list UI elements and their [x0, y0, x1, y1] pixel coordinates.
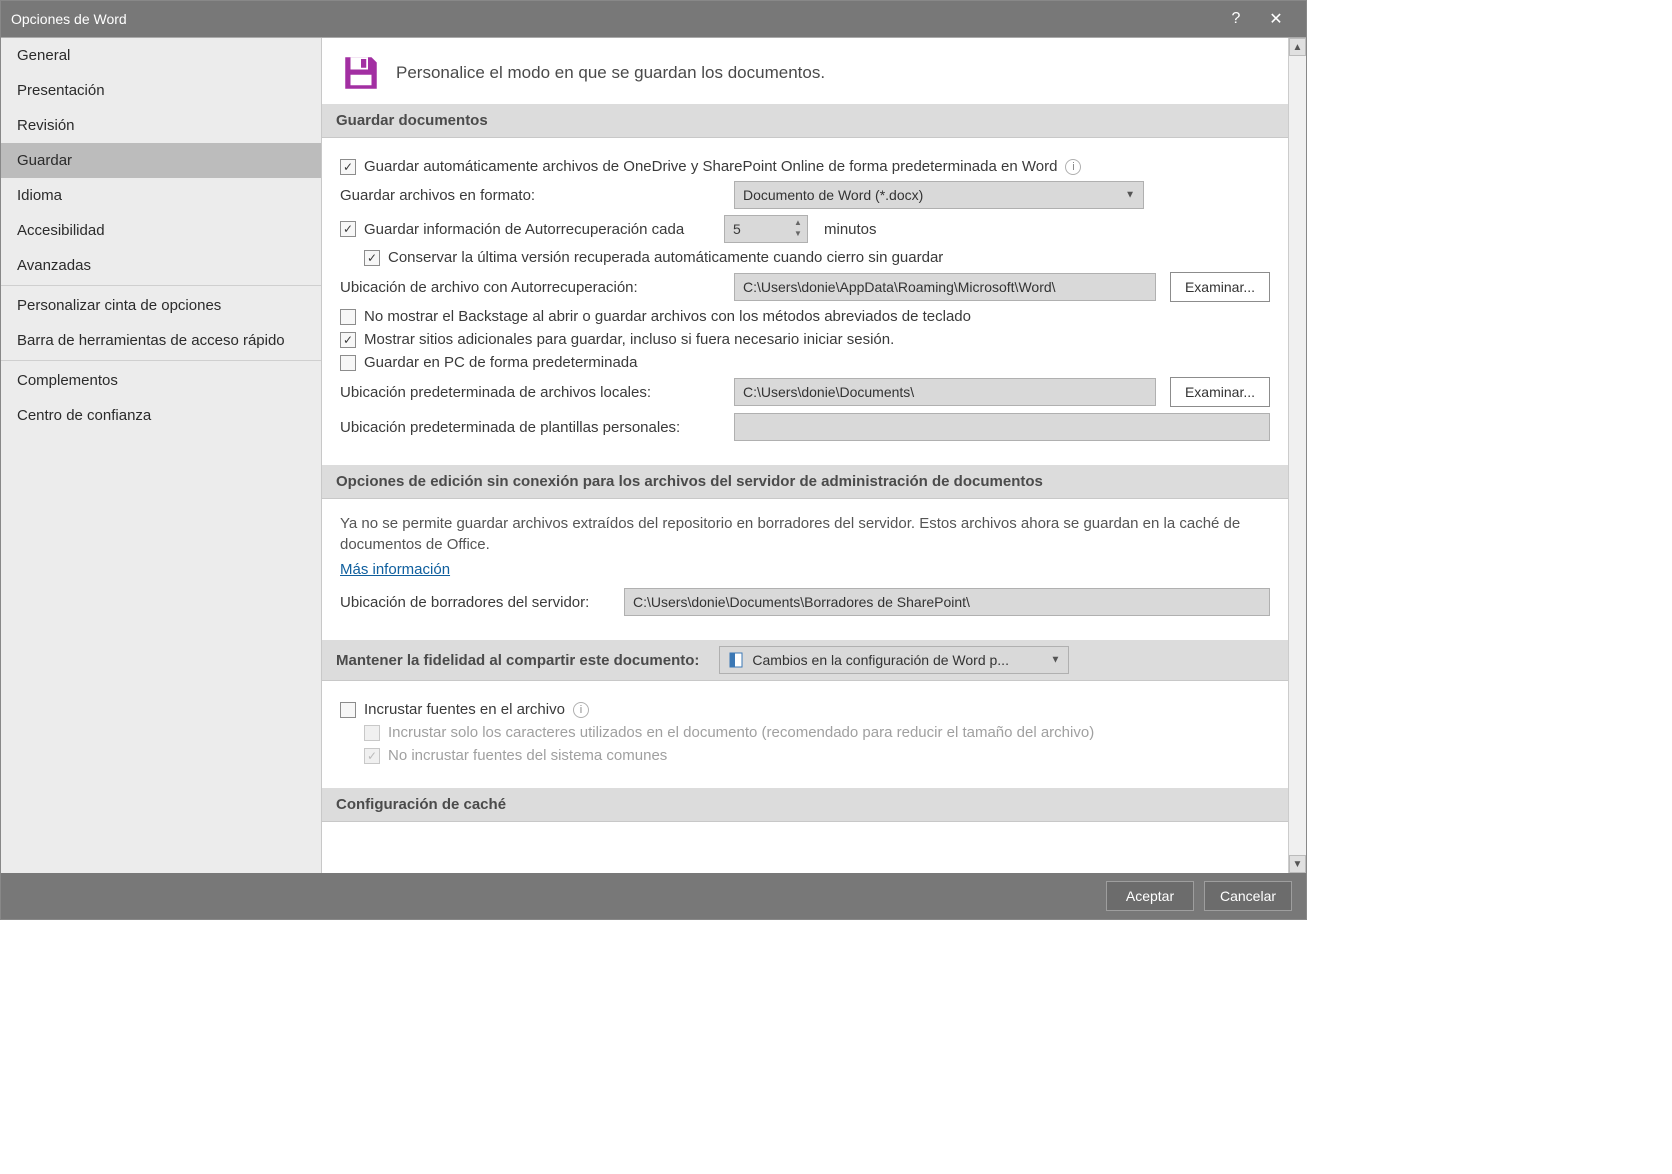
select-file-format[interactable]: Documento de Word (*.docx) ▼	[734, 181, 1144, 209]
label-autorecover[interactable]: Guardar información de Autorrecuperación…	[364, 221, 716, 238]
fidelity-document-value: Cambios en la configuración de Word p...	[752, 652, 1009, 668]
vertical-scrollbar[interactable]: ▲ ▼	[1288, 38, 1306, 873]
category-sidebar: General Presentación Revisión Guardar Id…	[1, 38, 322, 873]
browse-autorecover-button[interactable]: Examinar...	[1170, 272, 1270, 302]
main-panel: Personalice el modo en que se guardan lo…	[322, 38, 1288, 873]
label-embed-subset: Incrustar solo los caracteres utilizados…	[388, 724, 1094, 741]
checkbox-no-backstage[interactable]	[340, 309, 356, 325]
scroll-down-arrow[interactable]: ▼	[1289, 855, 1306, 873]
label-embed-fonts[interactable]: Incrustar fuentes en el archivo	[364, 701, 565, 718]
label-file-format: Guardar archivos en formato:	[340, 187, 720, 204]
checkbox-embed-subset	[364, 725, 380, 741]
save-icon	[340, 52, 382, 94]
more-info-link[interactable]: Más información	[340, 561, 450, 578]
input-local-location[interactable]: C:\Users\donie\Documents\	[734, 378, 1156, 406]
sidebar-divider	[1, 360, 321, 361]
label-autosave-cloud[interactable]: Guardar automáticamente archivos de OneD…	[364, 158, 1057, 175]
section-guardar-body: Guardar automáticamente archivos de OneD…	[322, 138, 1288, 465]
section-cache: Configuración de caché	[322, 788, 1288, 822]
checkbox-embed-fonts[interactable]	[340, 702, 356, 718]
help-button[interactable]: ?	[1216, 1, 1256, 37]
input-autorecover-minutes[interactable]: 5 ▲▼	[724, 215, 808, 243]
input-server-drafts[interactable]: C:\Users\donie\Documents\Borradores de S…	[624, 588, 1270, 616]
label-autorecover-location: Ubicación de archivo con Autorrecuperaci…	[340, 279, 720, 296]
chevron-down-icon: ▼	[1051, 655, 1061, 666]
options-window: Opciones de Word ? ✕ General Presentació…	[0, 0, 1307, 920]
browse-local-button[interactable]: Examinar...	[1170, 377, 1270, 407]
scroll-track[interactable]	[1289, 56, 1306, 855]
label-local-location: Ubicación predeterminada de archivos loc…	[340, 384, 720, 401]
checkbox-show-additional-sites[interactable]	[340, 332, 356, 348]
sidebar-item-revision[interactable]: Revisión	[1, 108, 321, 143]
close-button[interactable]: ✕	[1256, 1, 1296, 37]
label-no-backstage[interactable]: No mostrar el Backstage al abrir o guard…	[364, 308, 971, 325]
section-fidelity: Mantener la fidelidad al compartir este …	[322, 640, 1288, 681]
autorecover-location-value: C:\Users\donie\AppData\Roaming\Microsoft…	[743, 279, 1056, 295]
section-offline-body: Ya no se permite guardar archivos extraí…	[322, 499, 1288, 640]
fidelity-label: Mantener la fidelidad al compartir este …	[336, 652, 699, 669]
input-templates-location[interactable]	[734, 413, 1270, 441]
autorecover-value: 5	[733, 221, 741, 237]
section-offline-editing: Opciones de edición sin conexión para lo…	[322, 465, 1288, 499]
cancel-button[interactable]: Cancelar	[1204, 881, 1292, 911]
sidebar-item-ribbon[interactable]: Personalizar cinta de opciones	[1, 288, 321, 323]
ok-button[interactable]: Aceptar	[1106, 881, 1194, 911]
spinner-icon[interactable]: ▲▼	[791, 218, 805, 240]
sidebar-item-idioma[interactable]: Idioma	[1, 178, 321, 213]
dialog-body: General Presentación Revisión Guardar Id…	[1, 37, 1306, 873]
select-fidelity-document[interactable]: Cambios en la configuración de Word p...…	[719, 646, 1069, 674]
scroll-up-arrow[interactable]: ▲	[1289, 38, 1306, 56]
sidebar-item-qat[interactable]: Barra de herramientas de acceso rápido	[1, 323, 321, 358]
window-title: Opciones de Word	[11, 11, 1216, 27]
checkbox-save-pc-default[interactable]	[340, 355, 356, 371]
label-templates-location: Ubicación predeterminada de plantillas p…	[340, 419, 720, 436]
section-guardar-documentos: Guardar documentos	[322, 104, 1288, 138]
offline-note: Ya no se permite guardar archivos extraí…	[340, 513, 1270, 555]
server-drafts-value: C:\Users\donie\Documents\Borradores de S…	[633, 594, 970, 610]
label-server-drafts: Ubicación de borradores del servidor:	[340, 594, 616, 611]
sidebar-item-trust-center[interactable]: Centro de confianza	[1, 398, 321, 433]
label-save-pc-default[interactable]: Guardar en PC de forma predeterminada	[364, 354, 637, 371]
label-file-format-text: Guardar archivos en formato:	[340, 187, 535, 204]
info-icon[interactable]: i	[573, 702, 589, 718]
label-keep-last-autorecovered[interactable]: Conservar la última versión recuperada a…	[388, 249, 943, 266]
select-file-format-value: Documento de Word (*.docx)	[743, 187, 923, 203]
sidebar-item-accesibilidad[interactable]: Accesibilidad	[1, 213, 321, 248]
sidebar-item-complementos[interactable]: Complementos	[1, 363, 321, 398]
document-icon	[728, 652, 744, 668]
local-location-value: C:\Users\donie\Documents\	[743, 384, 914, 400]
titlebar: Opciones de Word ? ✕	[1, 1, 1306, 37]
label-no-system-fonts: No incrustar fuentes del sistema comunes	[388, 747, 667, 764]
checkbox-keep-last-autorecovered[interactable]	[364, 250, 380, 266]
sidebar-divider	[1, 285, 321, 286]
checkbox-autosave-cloud[interactable]	[340, 159, 356, 175]
sidebar-item-avanzadas[interactable]: Avanzadas	[1, 248, 321, 283]
sidebar-item-general[interactable]: General	[1, 38, 321, 73]
info-icon[interactable]: i	[1065, 159, 1081, 175]
chevron-down-icon: ▼	[1125, 190, 1135, 201]
page-title: Personalice el modo en que se guardan lo…	[396, 63, 825, 83]
input-autorecover-location[interactable]: C:\Users\donie\AppData\Roaming\Microsoft…	[734, 273, 1156, 301]
sidebar-item-guardar[interactable]: Guardar	[1, 143, 321, 178]
page-header: Personalice el modo en que se guardan lo…	[322, 38, 1288, 104]
sidebar-item-presentacion[interactable]: Presentación	[1, 73, 321, 108]
label-minutes: minutos	[824, 221, 877, 238]
checkbox-no-system-fonts	[364, 748, 380, 764]
dialog-footer: Aceptar Cancelar	[1, 873, 1306, 919]
checkbox-autorecover[interactable]	[340, 221, 356, 237]
label-show-additional-sites[interactable]: Mostrar sitios adicionales para guardar,…	[364, 331, 894, 348]
main-wrap: Personalice el modo en que se guardan lo…	[322, 38, 1306, 873]
section-fidelity-body: Incrustar fuentes en el archivo i Incrus…	[322, 681, 1288, 788]
